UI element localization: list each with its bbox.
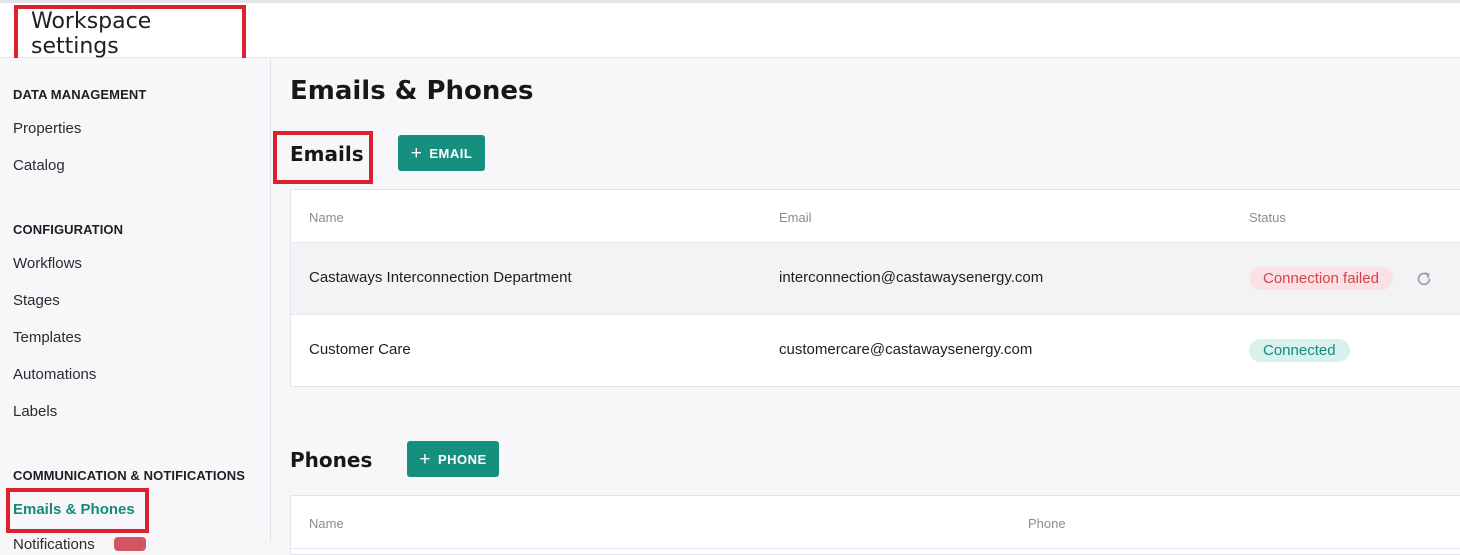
sidebar-heading-data-management: DATA MANAGEMENT [13, 87, 147, 102]
email-row-address: interconnection@castawaysenergy.com [779, 269, 1044, 286]
table-row[interactable]: Customer Care customercare@castawaysener… [291, 315, 1460, 387]
top-bar: Workspace settings [0, 0, 1460, 63]
add-email-label: EMAIL [429, 145, 473, 161]
settings-sidebar: DATA MANAGEMENT Properties Catalog CONFI… [0, 58, 271, 553]
sidebar-item-stages[interactable]: Stages [13, 292, 60, 309]
column-header-status[interactable]: Status [1249, 210, 1286, 225]
emails-table: Name Email Status Castaways Interconnect… [290, 189, 1460, 387]
refresh-icon[interactable] [1415, 270, 1433, 288]
emails-heading: Emails [290, 142, 364, 166]
sidebar-item-catalog[interactable]: Catalog [13, 157, 65, 174]
emails-table-header: Name Email Status [291, 190, 1460, 243]
email-row-name: Customer Care [309, 341, 411, 358]
sidebar-item-emails-phones[interactable]: Emails & Phones [13, 501, 135, 518]
column-header-name[interactable]: Name [309, 210, 344, 225]
plus-icon: + [410, 142, 423, 164]
page-title: Workspace settings [31, 9, 152, 59]
email-row-name: Castaways Interconnection Department [309, 269, 572, 286]
column-header-email[interactable]: Email [779, 210, 812, 225]
email-row-address: customercare@castawaysenergy.com [779, 341, 1033, 358]
phones-table: Name Phone [290, 495, 1460, 555]
main-content: Emails & Phones Emails + EMAIL Name Emai… [272, 58, 1460, 555]
column-header-phone[interactable]: Phone [1028, 516, 1066, 531]
table-row[interactable]: Castaways Interconnection Department int… [291, 243, 1460, 315]
status-badge-failed: Connection failed [1249, 267, 1393, 290]
sidebar-heading-communication-notifications: COMMUNICATION & NOTIFICATIONS [13, 468, 246, 483]
sidebar-item-properties[interactable]: Properties [13, 120, 81, 137]
sidebar-item-templates[interactable]: Templates [13, 329, 81, 346]
sidebar-item-notifications[interactable]: Notifications [13, 536, 95, 553]
page-title-highlight: Workspace settings [14, 5, 246, 63]
notifications-badge [114, 537, 146, 551]
sidebar-item-automations[interactable]: Automations [13, 366, 96, 383]
add-phone-button[interactable]: + PHONE [407, 441, 499, 477]
sidebar-heading-configuration: CONFIGURATION [13, 222, 124, 237]
sidebar-item-workflows[interactable]: Workflows [13, 255, 82, 272]
plus-icon: + [419, 448, 431, 470]
column-header-name[interactable]: Name [309, 516, 344, 531]
add-phone-label: PHONE [437, 451, 487, 467]
add-email-button[interactable]: + EMAIL [398, 135, 485, 171]
section-title: Emails & Phones [290, 76, 534, 106]
status-badge-connected: Connected [1249, 339, 1350, 362]
sidebar-item-labels[interactable]: Labels [13, 403, 57, 420]
phones-table-header: Name Phone [291, 496, 1460, 549]
phones-heading: Phones [290, 448, 373, 472]
